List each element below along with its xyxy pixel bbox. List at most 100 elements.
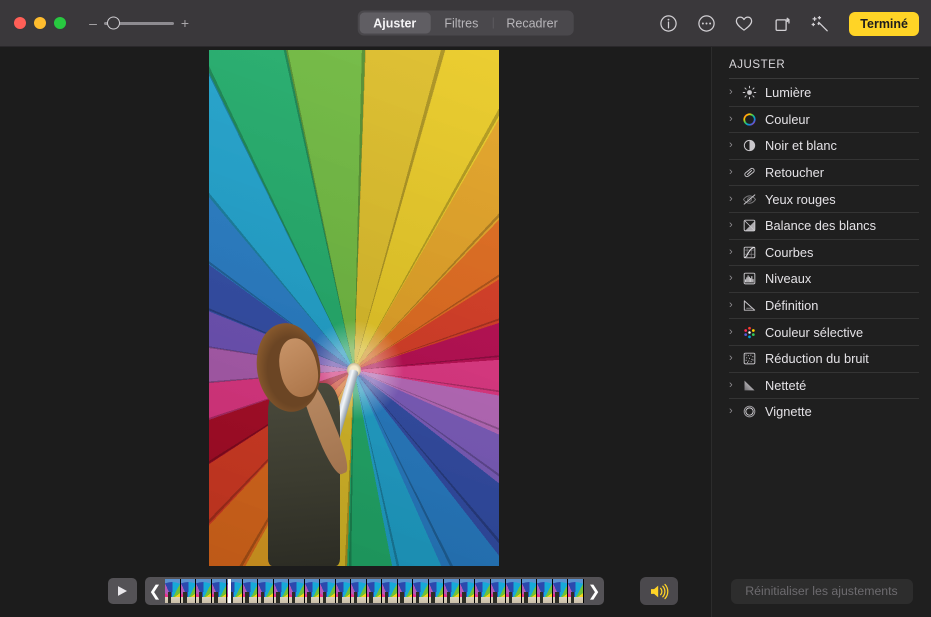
reset-area: Réinitialiser les ajustements [712, 565, 931, 617]
sidebar-item-balance-des-blancs[interactable]: › Balance des blancs [729, 211, 919, 239]
zoom-out-icon[interactable]: – [88, 16, 98, 30]
sidebar-item-retoucher[interactable]: › Retoucher [729, 158, 919, 186]
photo-image [209, 50, 499, 566]
photos-editor-window: – + Ajuster Filtres Recadrer Terminé ❮ ❯… [0, 0, 931, 617]
sidebar-item-label: Yeux rouges [765, 191, 836, 207]
filmstrip-frame[interactable] [397, 579, 413, 603]
sidebar-item-label: Netteté [765, 377, 807, 393]
close-window-button[interactable] [14, 17, 26, 29]
filmstrip-frame[interactable] [506, 579, 522, 603]
filmstrip-frame[interactable] [490, 579, 506, 603]
tab-ajuster[interactable]: Ajuster [359, 12, 431, 34]
filmstrip-frame[interactable] [196, 579, 212, 603]
chevron-right-icon[interactable]: › [729, 220, 741, 231]
zoom-window-button[interactable] [54, 17, 66, 29]
chevron-right-icon[interactable]: › [729, 140, 741, 151]
play-button[interactable] [108, 578, 137, 604]
sidebar-item-vignette[interactable]: › Vignette [729, 398, 919, 425]
done-button[interactable]: Terminé [849, 11, 919, 36]
auto-enhance-wand-icon[interactable] [809, 13, 831, 35]
sidebar-item-noir-et-blanc[interactable]: › Noir et blanc [729, 132, 919, 159]
audio-toggle-button[interactable] [640, 577, 678, 605]
filmstrip-frame[interactable] [552, 579, 568, 603]
sidebar-item-nettet[interactable]: › Netteté [729, 371, 919, 399]
photo-viewer[interactable] [209, 50, 499, 566]
brightness-sun-icon [741, 84, 758, 101]
favorite-heart-icon[interactable] [733, 13, 755, 35]
filmstrip-frame[interactable] [459, 579, 475, 603]
photo-person [250, 318, 366, 566]
adjust-sidebar: AJUSTER › Lumière › Couleur › Noir et blanc › R… [712, 47, 931, 617]
minimize-window-button[interactable] [34, 17, 46, 29]
chevron-right-icon[interactable]: › [729, 193, 741, 205]
zoom-in-icon[interactable]: + [180, 16, 190, 30]
sidebar-item-niveaux[interactable]: › Niveaux [729, 265, 919, 292]
chevron-right-icon[interactable]: › [729, 113, 741, 125]
curves-icon [741, 244, 758, 261]
rotate-icon[interactable] [771, 13, 793, 35]
chevron-right-icon[interactable]: › [729, 273, 741, 284]
filmstrip-frame[interactable] [289, 579, 305, 603]
sidebar-item-label: Retoucher [765, 165, 825, 181]
chevron-right-icon[interactable]: › [729, 406, 741, 417]
sidebar-item-d-finition[interactable]: › Définition [729, 291, 919, 319]
sidebar-item-couleur-s-lective[interactable]: › Couleur sélective [729, 318, 919, 345]
sidebar-item-label: Couleur [765, 111, 810, 127]
tab-recadrer[interactable]: Recadrer [492, 13, 571, 34]
filmstrip-frame[interactable] [211, 579, 227, 603]
sidebar-item-courbes[interactable]: › Courbes [729, 238, 919, 266]
reset-adjustments-button[interactable]: Réinitialiser les ajustements [730, 578, 913, 604]
zoom-slider[interactable]: – + [88, 16, 190, 30]
filmstrip-frame[interactable] [180, 579, 196, 603]
tab-filtres[interactable]: Filtres [430, 13, 492, 34]
filmstrip-frame[interactable] [444, 579, 460, 603]
sidebar-item-couleur[interactable]: › Couleur [729, 105, 919, 133]
chevron-right-icon[interactable]: › [729, 86, 741, 98]
chevron-right-icon[interactable]: › [729, 167, 741, 178]
info-icon[interactable] [657, 13, 679, 35]
filmstrip-frame[interactable] [428, 579, 444, 603]
filmstrip[interactable] [165, 579, 584, 603]
filmstrip-frame[interactable] [568, 579, 584, 603]
sidebar-title: AJUSTER [729, 59, 786, 71]
filmstrip-frame[interactable] [304, 579, 320, 603]
sidebar-item-yeux-rouges[interactable]: › Yeux rouges [729, 185, 919, 212]
filmstrip-frame[interactable] [335, 579, 351, 603]
filmstrip-frame[interactable] [273, 579, 289, 603]
playhead[interactable] [227, 579, 231, 603]
sidebar-item-label: Noir et blanc [765, 138, 837, 154]
sidebar-item-lumi-re[interactable]: › Lumière [729, 79, 919, 106]
sidebar-item-r-duction-du-bruit[interactable]: › Réduction du bruit [729, 344, 919, 372]
chevron-right-icon[interactable]: › [729, 246, 741, 258]
filmstrip-frame[interactable] [382, 579, 398, 603]
chevron-right-icon[interactable]: › [729, 326, 741, 338]
filmstrip-frame[interactable] [475, 579, 491, 603]
filmstrip-frame[interactable] [366, 579, 382, 603]
filmstrip-frame[interactable] [351, 579, 367, 603]
chevron-right-icon[interactable]: › [729, 353, 741, 364]
zoom-slider-knob[interactable] [106, 16, 120, 30]
more-options-icon[interactable] [695, 13, 717, 35]
chevron-right-icon[interactable]: › [729, 379, 741, 391]
filmstrip-frame[interactable] [521, 579, 537, 603]
zoom-slider-track[interactable] [104, 16, 174, 30]
noise-reduction-icon [741, 350, 758, 367]
adjustment-list: › Lumière › Couleur › Noir et blanc › Retoucher… [712, 79, 931, 425]
filmstrip-frame[interactable] [165, 579, 181, 603]
trim-start-handle[interactable]: ❮ [145, 577, 165, 605]
black-and-white-circle-icon [741, 137, 758, 154]
filmstrip-frame[interactable] [242, 579, 258, 603]
filmstrip-frame[interactable] [413, 579, 429, 603]
trim-end-handle[interactable]: ❯ [584, 577, 604, 605]
sharpen-icon [741, 377, 758, 394]
chevron-right-icon[interactable]: › [729, 300, 741, 311]
vignette-icon [741, 403, 758, 420]
toolbar: – + Ajuster Filtres Recadrer Terminé [0, 0, 931, 47]
video-scrubber[interactable]: ❮ ❯ [145, 577, 604, 605]
filmstrip-frame[interactable] [320, 579, 336, 603]
definition-icon [741, 297, 758, 314]
sidebar-item-label: Vignette [765, 404, 812, 420]
filmstrip-frame[interactable] [258, 579, 274, 603]
filmstrip-frame[interactable] [537, 579, 553, 603]
playback-bar: ❮ ❯ [0, 565, 712, 617]
